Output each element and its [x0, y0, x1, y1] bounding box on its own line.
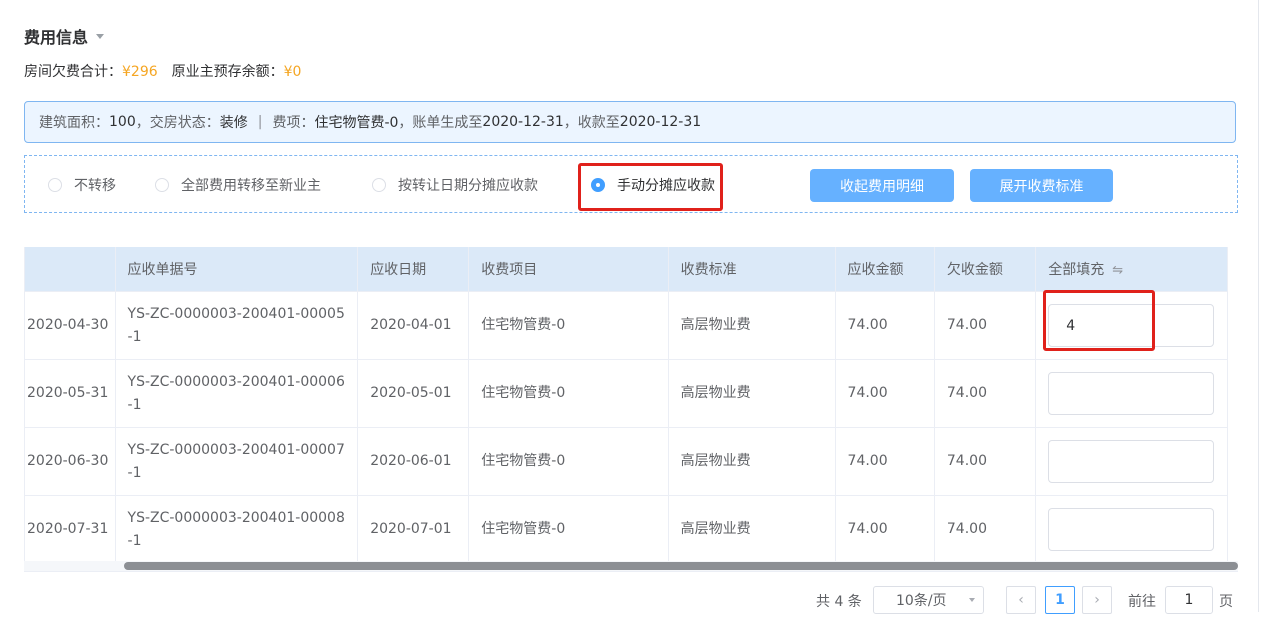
table-row: 2020-06-30 YS-ZC-0000003-200401-00007-1 … [25, 427, 1228, 496]
cell-fee-standard: 高层物业费 [668, 291, 836, 360]
area-value: 100 [109, 114, 136, 130]
pagination-total: 共 4 条 [816, 594, 862, 610]
chevron-left-icon: ‹ [1018, 592, 1024, 608]
cell-fee-item: 住宅物管费-0 [468, 427, 669, 496]
cell-receivable: 74.00 [835, 291, 935, 360]
cell-fee-item: 住宅物管费-0 [468, 291, 669, 360]
cell-period: 2020-04-30 [25, 291, 116, 360]
cell-due-date: 2020-06-01 [357, 427, 470, 496]
page-size-select[interactable]: 10条/页 [873, 586, 984, 614]
cell-due-date: 2020-07-01 [357, 495, 470, 564]
col-header-arrears: 欠收金额 [934, 247, 1037, 292]
fill-amount-input[interactable] [1048, 440, 1215, 483]
cell-fee-standard: 高层物业费 [668, 427, 836, 496]
horizontal-scrollbar-thumb[interactable] [124, 562, 1238, 570]
radio-split-by-date[interactable]: 按转让日期分摊应收款 [372, 156, 538, 214]
cell-arrears: 74.00 [934, 291, 1037, 360]
bill-value: 2020-12-31 [482, 114, 564, 130]
swap-icon[interactable]: ⇋ [1112, 263, 1123, 278]
item-label: 费项： [272, 115, 315, 131]
status-value: 装修 [219, 115, 248, 131]
col-header-bill-no: 应收单据号 [115, 247, 359, 292]
col-header-fee-standard: 收费标准 [668, 247, 836, 292]
annotation-highlight-input [1043, 290, 1155, 351]
table-row: 2020-05-31 YS-ZC-0000003-200401-00006-1 … [25, 359, 1228, 428]
next-page-button[interactable]: › [1082, 586, 1112, 614]
goto-label: 前往 [1128, 594, 1156, 610]
fill-amount-input[interactable] [1048, 508, 1215, 551]
cell-period: 2020-06-30 [25, 427, 116, 496]
prev-page-button[interactable]: ‹ [1006, 586, 1036, 614]
status-label: ，交房状态： [135, 115, 220, 131]
page-number-button[interactable]: 1 [1045, 586, 1075, 614]
goto-page-input[interactable] [1165, 586, 1213, 614]
cell-fee-item: 住宅物管费-0 [468, 359, 669, 428]
right-panel-edge [1258, 0, 1268, 612]
cell-fill [1035, 427, 1228, 496]
prev-owner-balance-value: ¥0 [283, 64, 302, 80]
collect-label: ，收款至 [563, 115, 620, 131]
radio-circle[interactable] [155, 178, 169, 192]
radio-label: 全部费用转移至新业主 [181, 178, 321, 194]
cell-bill-no: YS-ZC-0000003-200401-00008-1 [115, 495, 359, 564]
cell-arrears: 74.00 [934, 427, 1037, 496]
cell-arrears: 74.00 [934, 359, 1037, 428]
radio-transfer-all[interactable]: 全部费用转移至新业主 [155, 156, 321, 214]
area-label: 建筑面积： [39, 115, 109, 131]
room-arrears-value: ¥296 [122, 64, 158, 80]
fee-info-bar: 建筑面积： 100 ，交房状态： 装修 | 费项： 住宅物管费-0 ，账单生成至 2020-12… [24, 101, 1236, 143]
cell-bill-no: YS-ZC-0000003-200401-00007-1 [115, 427, 359, 496]
cell-receivable: 74.00 [835, 427, 935, 496]
page-unit-label: 页 [1219, 594, 1233, 610]
col-header-fill-all[interactable]: 全部填充 ⇋ [1035, 247, 1228, 292]
bill-label: ，账单生成至 [398, 115, 483, 131]
cell-fee-item: 住宅物管费-0 [468, 495, 669, 564]
table-row: 2020-07-31 YS-ZC-0000003-200401-00008-1 … [25, 495, 1228, 564]
col-header-period [25, 247, 116, 292]
caret-down-icon[interactable] [96, 33, 105, 39]
cell-bill-no: YS-ZC-0000003-200401-00006-1 [115, 359, 359, 428]
cell-arrears: 74.00 [934, 495, 1037, 564]
cell-fee-standard: 高层物业费 [668, 359, 836, 428]
section-title: 费用信息 [24, 28, 89, 47]
radio-no-transfer[interactable]: 不转移 [48, 156, 116, 214]
chevron-right-icon: › [1094, 592, 1100, 608]
expand-fee-standard-button[interactable]: 展开收费标准 [970, 169, 1113, 202]
cell-receivable: 74.00 [835, 495, 935, 564]
fill-all-label[interactable]: 全部填充 [1048, 262, 1104, 278]
table-header-row: 应收单据号 应收日期 收费项目 收费标准 应收金额 欠收金额 全部填充 ⇋ [25, 247, 1228, 292]
collect-value: 2020-12-31 [619, 114, 702, 130]
fee-info-section-header[interactable]: 费用信息 [24, 24, 105, 48]
col-header-receivable: 应收金额 [835, 247, 935, 292]
cell-fill [1035, 359, 1228, 428]
chevron-down-icon [969, 598, 975, 602]
fill-amount-input[interactable] [1048, 372, 1215, 415]
cell-due-date: 2020-05-01 [357, 359, 470, 428]
cell-receivable: 74.00 [835, 359, 935, 428]
radio-label: 不转移 [74, 178, 116, 194]
cell-due-date: 2020-04-01 [357, 291, 470, 360]
cell-fee-standard: 高层物业费 [668, 495, 836, 564]
cell-period: 2020-05-31 [25, 359, 116, 428]
info-separator: | [257, 114, 263, 130]
cell-period: 2020-07-31 [25, 495, 116, 564]
prev-owner-balance-label: 原业主预存余额： [171, 64, 284, 80]
radio-label: 按转让日期分摊应收款 [398, 178, 538, 194]
page-size-value: 10条/页 [896, 593, 947, 609]
annotation-highlight-radio [578, 163, 723, 211]
item-value: 住宅物管费-0 [314, 115, 399, 131]
col-header-due-date: 应收日期 [357, 247, 470, 292]
room-arrears-label: 房间欠费合计： [24, 64, 122, 80]
collapse-fee-detail-button[interactable]: 收起费用明细 [810, 169, 954, 202]
radio-circle[interactable] [48, 178, 62, 192]
col-header-fee-item: 收费项目 [468, 247, 669, 292]
current-page-number: 1 [1055, 592, 1065, 608]
arrears-summary: 房间欠费合计：¥296 原业主预存余额：¥0 [24, 61, 301, 81]
radio-circle[interactable] [372, 178, 386, 192]
cell-fill [1035, 495, 1228, 564]
cell-bill-no: YS-ZC-0000003-200401-00005-1 [115, 291, 359, 360]
